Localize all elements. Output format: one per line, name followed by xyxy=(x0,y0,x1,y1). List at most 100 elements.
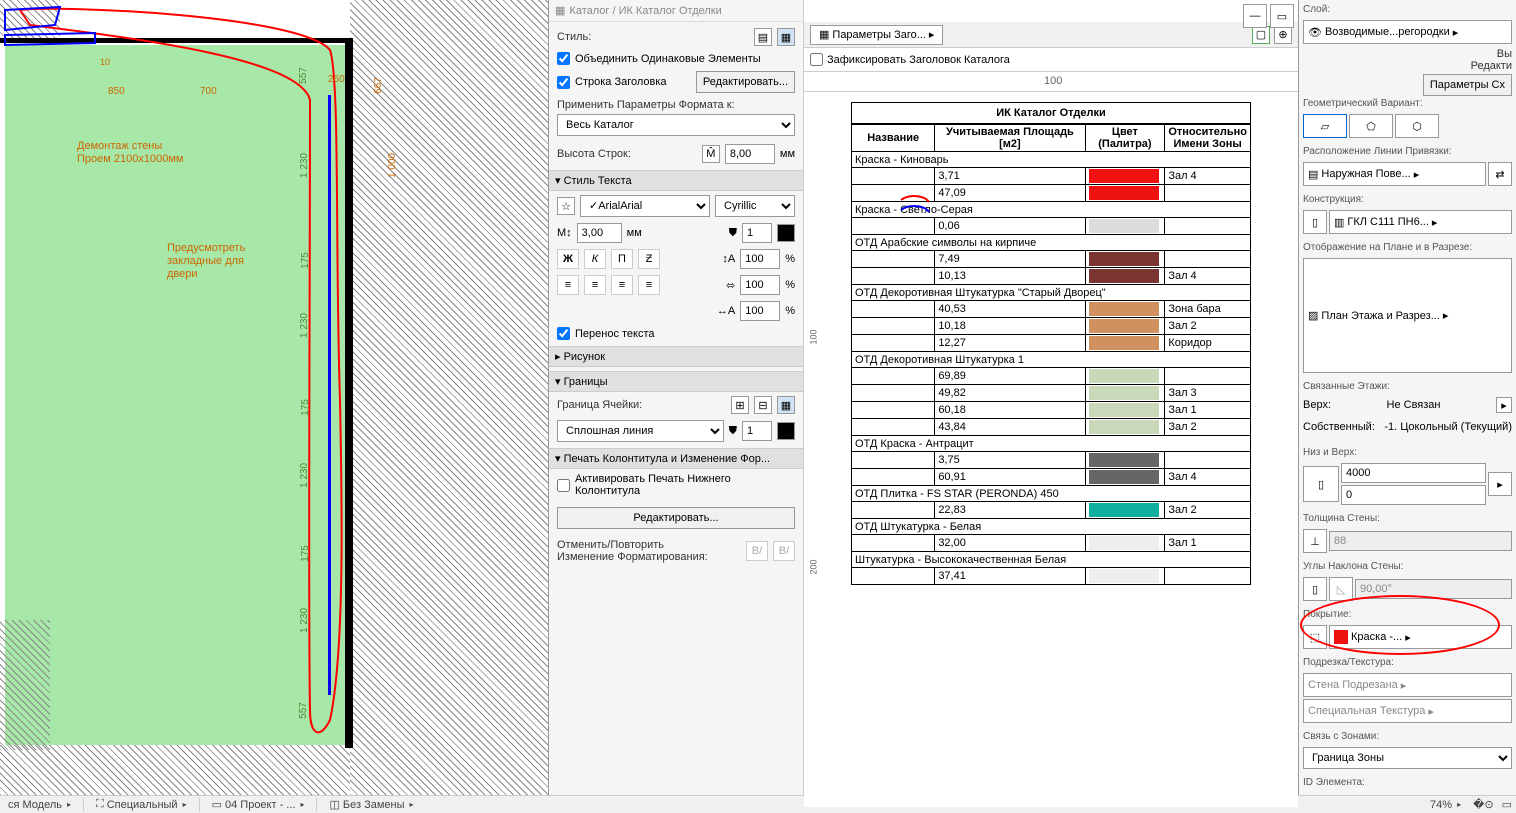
table-row[interactable]: ОТД Штукатурка - Белая xyxy=(852,519,1251,535)
charwidth-input[interactable] xyxy=(740,275,780,295)
zoom-value[interactable]: 74% xyxy=(1426,799,1465,811)
vertical-icon[interactable]: ▯ xyxy=(1303,577,1327,601)
composite-dropdown[interactable]: ▥ ГКЛ С111 ПН6... ▸ xyxy=(1329,210,1512,234)
layer-dropdown[interactable]: 👁 Возводимые...регородки ▸ xyxy=(1303,20,1512,44)
footer-section[interactable]: ▾ Печать Колонтитула и Изменение Фор... xyxy=(549,448,803,469)
merge-checkbox[interactable] xyxy=(557,52,570,65)
refline-dropdown[interactable]: ▤ Наружная Пове... ▸ xyxy=(1303,162,1486,186)
border-section[interactable]: ▾ Границы xyxy=(549,371,803,392)
table-row[interactable]: ОТД Арабские символы на кирпиче xyxy=(852,235,1251,251)
lock-header-checkbox[interactable] xyxy=(810,53,823,66)
floorplan-viewport[interactable]: 850 700 10 260 557 667 1 230 1 000 175 1… xyxy=(0,0,549,795)
color-swatch[interactable] xyxy=(777,224,795,242)
table-row[interactable]: 37,41 xyxy=(852,568,1251,585)
table-row[interactable]: 12,27Коридор xyxy=(852,335,1251,352)
edit-footer-button[interactable]: Редактировать... xyxy=(557,507,795,529)
edit-header-button[interactable]: Редактировать... xyxy=(696,71,795,93)
scheme-params-button[interactable]: Параметры Сх xyxy=(1423,74,1512,96)
table-row[interactable]: 47,09 xyxy=(852,185,1251,202)
select-icon[interactable]: ▢ xyxy=(1252,26,1270,44)
basic-wall-icon[interactable]: ▯ xyxy=(1303,210,1327,234)
height-top-input[interactable] xyxy=(1341,463,1486,483)
table-row[interactable]: 69,89 xyxy=(852,368,1251,385)
wrap-checkbox[interactable] xyxy=(557,327,570,340)
table-row[interactable]: 3,75 xyxy=(852,452,1251,469)
table-row[interactable]: 49,82Зал 3 xyxy=(852,385,1251,402)
layout-icon-1[interactable]: ▤ xyxy=(754,28,772,46)
table-row[interactable]: 32,00Зал 1 xyxy=(852,535,1251,552)
layout-icon-2[interactable]: ▦ xyxy=(777,28,795,46)
header-params-button[interactable]: ▦ Параметры Заго... ▸ xyxy=(810,25,943,45)
table-row[interactable]: 10,13Зал 4 xyxy=(852,268,1251,285)
pen-input[interactable] xyxy=(742,223,772,243)
table-row[interactable]: 7,49 xyxy=(852,251,1251,268)
font-select[interactable]: ✓ArialArial xyxy=(580,195,710,217)
linespacing-input[interactable] xyxy=(740,249,780,269)
geo-trap-icon[interactable]: ⬠ xyxy=(1349,114,1393,138)
table-row[interactable]: 40,53Зона бара xyxy=(852,301,1251,318)
table-row[interactable]: ОТД Плитка - FS STAR (PERONDA) 450 xyxy=(852,486,1251,502)
table-row[interactable]: 10,18Зал 2 xyxy=(852,318,1251,335)
kerning-input[interactable] xyxy=(740,301,780,321)
height-diagram-icon[interactable]: ▯ xyxy=(1303,466,1339,502)
slanted-icon[interactable]: ◺ xyxy=(1329,577,1353,601)
border-preset-2[interactable]: ⊟ xyxy=(754,396,772,414)
align-right-button[interactable]: ≡ xyxy=(611,275,633,295)
border-preset-1[interactable]: ⊞ xyxy=(731,396,749,414)
align-justify-button[interactable]: ≡ xyxy=(638,275,660,295)
picture-section[interactable]: ▸ Рисунок xyxy=(549,346,803,367)
flip-icon[interactable]: ⇄ xyxy=(1488,162,1512,186)
table-row[interactable]: ОТД Декоротивная Штукатурка 1 xyxy=(852,352,1251,368)
link-top-button[interactable]: ▸ xyxy=(1496,397,1512,413)
textstyle-section[interactable]: ▾ Стиль Текста xyxy=(549,170,803,191)
horizontal-ruler[interactable]: 100 xyxy=(804,72,1298,92)
fontsize-input[interactable] xyxy=(577,223,622,243)
align-center-button[interactable]: ≡ xyxy=(584,275,606,295)
height-bottom-input[interactable] xyxy=(1341,485,1486,505)
table-row[interactable]: Краска - Киноварь xyxy=(852,152,1251,168)
footer-checkbox[interactable] xyxy=(557,479,570,492)
zone-relation-select[interactable]: Граница Зоны xyxy=(1303,747,1512,769)
favorite-icon[interactable]: ☆ xyxy=(557,197,575,215)
height-icon[interactable]: M̂ xyxy=(702,145,720,163)
zoom-fit-icon[interactable]: �⊙ xyxy=(1473,798,1494,811)
redo-button[interactable]: B/ xyxy=(773,541,795,561)
minimize-icon[interactable]: — xyxy=(1243,4,1267,28)
sb-model[interactable]: ся Модель xyxy=(4,799,75,811)
table-row[interactable]: ОТД Краска - Антрацит xyxy=(852,436,1251,452)
sb-project[interactable]: ▭ 04 Проект - ... xyxy=(208,798,309,811)
geo-straight-icon[interactable]: ▱ xyxy=(1303,114,1347,138)
underline-button[interactable]: П xyxy=(611,249,633,269)
table-row[interactable]: 60,18Зал 1 xyxy=(852,402,1251,419)
more-icon[interactable]: ▸ xyxy=(1488,472,1512,496)
geo-poly-icon[interactable]: ⬡ xyxy=(1395,114,1439,138)
zoom-controls-icon[interactable]: ▭ xyxy=(1502,798,1512,811)
table-row[interactable]: 43,84Зал 2 xyxy=(852,419,1251,436)
surface-icon[interactable]: ⬚ xyxy=(1303,625,1327,649)
strike-button[interactable]: Ƶ xyxy=(638,249,660,269)
linestyle-select[interactable]: Сплошная линия xyxy=(557,420,724,442)
bold-button[interactable]: Ж xyxy=(557,249,579,269)
border-pen-input[interactable] xyxy=(742,421,772,441)
italic-button[interactable]: К xyxy=(584,249,606,269)
coating-dropdown[interactable]: Краска -... ▸ xyxy=(1329,625,1512,649)
table-row[interactable]: ОТД Декоротивная Штукатурка "Старый Двор… xyxy=(852,285,1251,301)
close-icon[interactable]: ▭ xyxy=(1270,4,1294,28)
border-color-swatch[interactable] xyxy=(777,422,795,440)
table-row[interactable]: 60,91Зал 4 xyxy=(852,469,1251,486)
sb-special[interactable]: ⛶ Специальный xyxy=(92,798,191,811)
header-checkbox[interactable] xyxy=(557,76,570,89)
display-dropdown[interactable]: ▨ План Этажа и Разрез... ▸ xyxy=(1303,258,1512,373)
table-row[interactable]: 0,06 xyxy=(852,218,1251,235)
rowheight-input[interactable] xyxy=(725,144,775,164)
sb-override[interactable]: ◫ Без Замены xyxy=(325,798,417,811)
align-left-button[interactable]: ≡ xyxy=(557,275,579,295)
add-icon[interactable]: ⊕ xyxy=(1274,26,1292,44)
trim-wall-button[interactable]: Стена Подрезана ▸ xyxy=(1303,673,1512,697)
encoding-select[interactable]: Cyrillic xyxy=(715,195,795,217)
preview-canvas[interactable]: 100 200 ИК Каталог Отделки Название Учит… xyxy=(804,92,1298,807)
table-row[interactable]: 22,83Зал 2 xyxy=(852,502,1251,519)
undo-button[interactable]: B/ xyxy=(746,541,768,561)
border-preset-3[interactable]: ▦ xyxy=(777,396,795,414)
table-row[interactable]: Краска - Светло-Серая xyxy=(852,202,1251,218)
